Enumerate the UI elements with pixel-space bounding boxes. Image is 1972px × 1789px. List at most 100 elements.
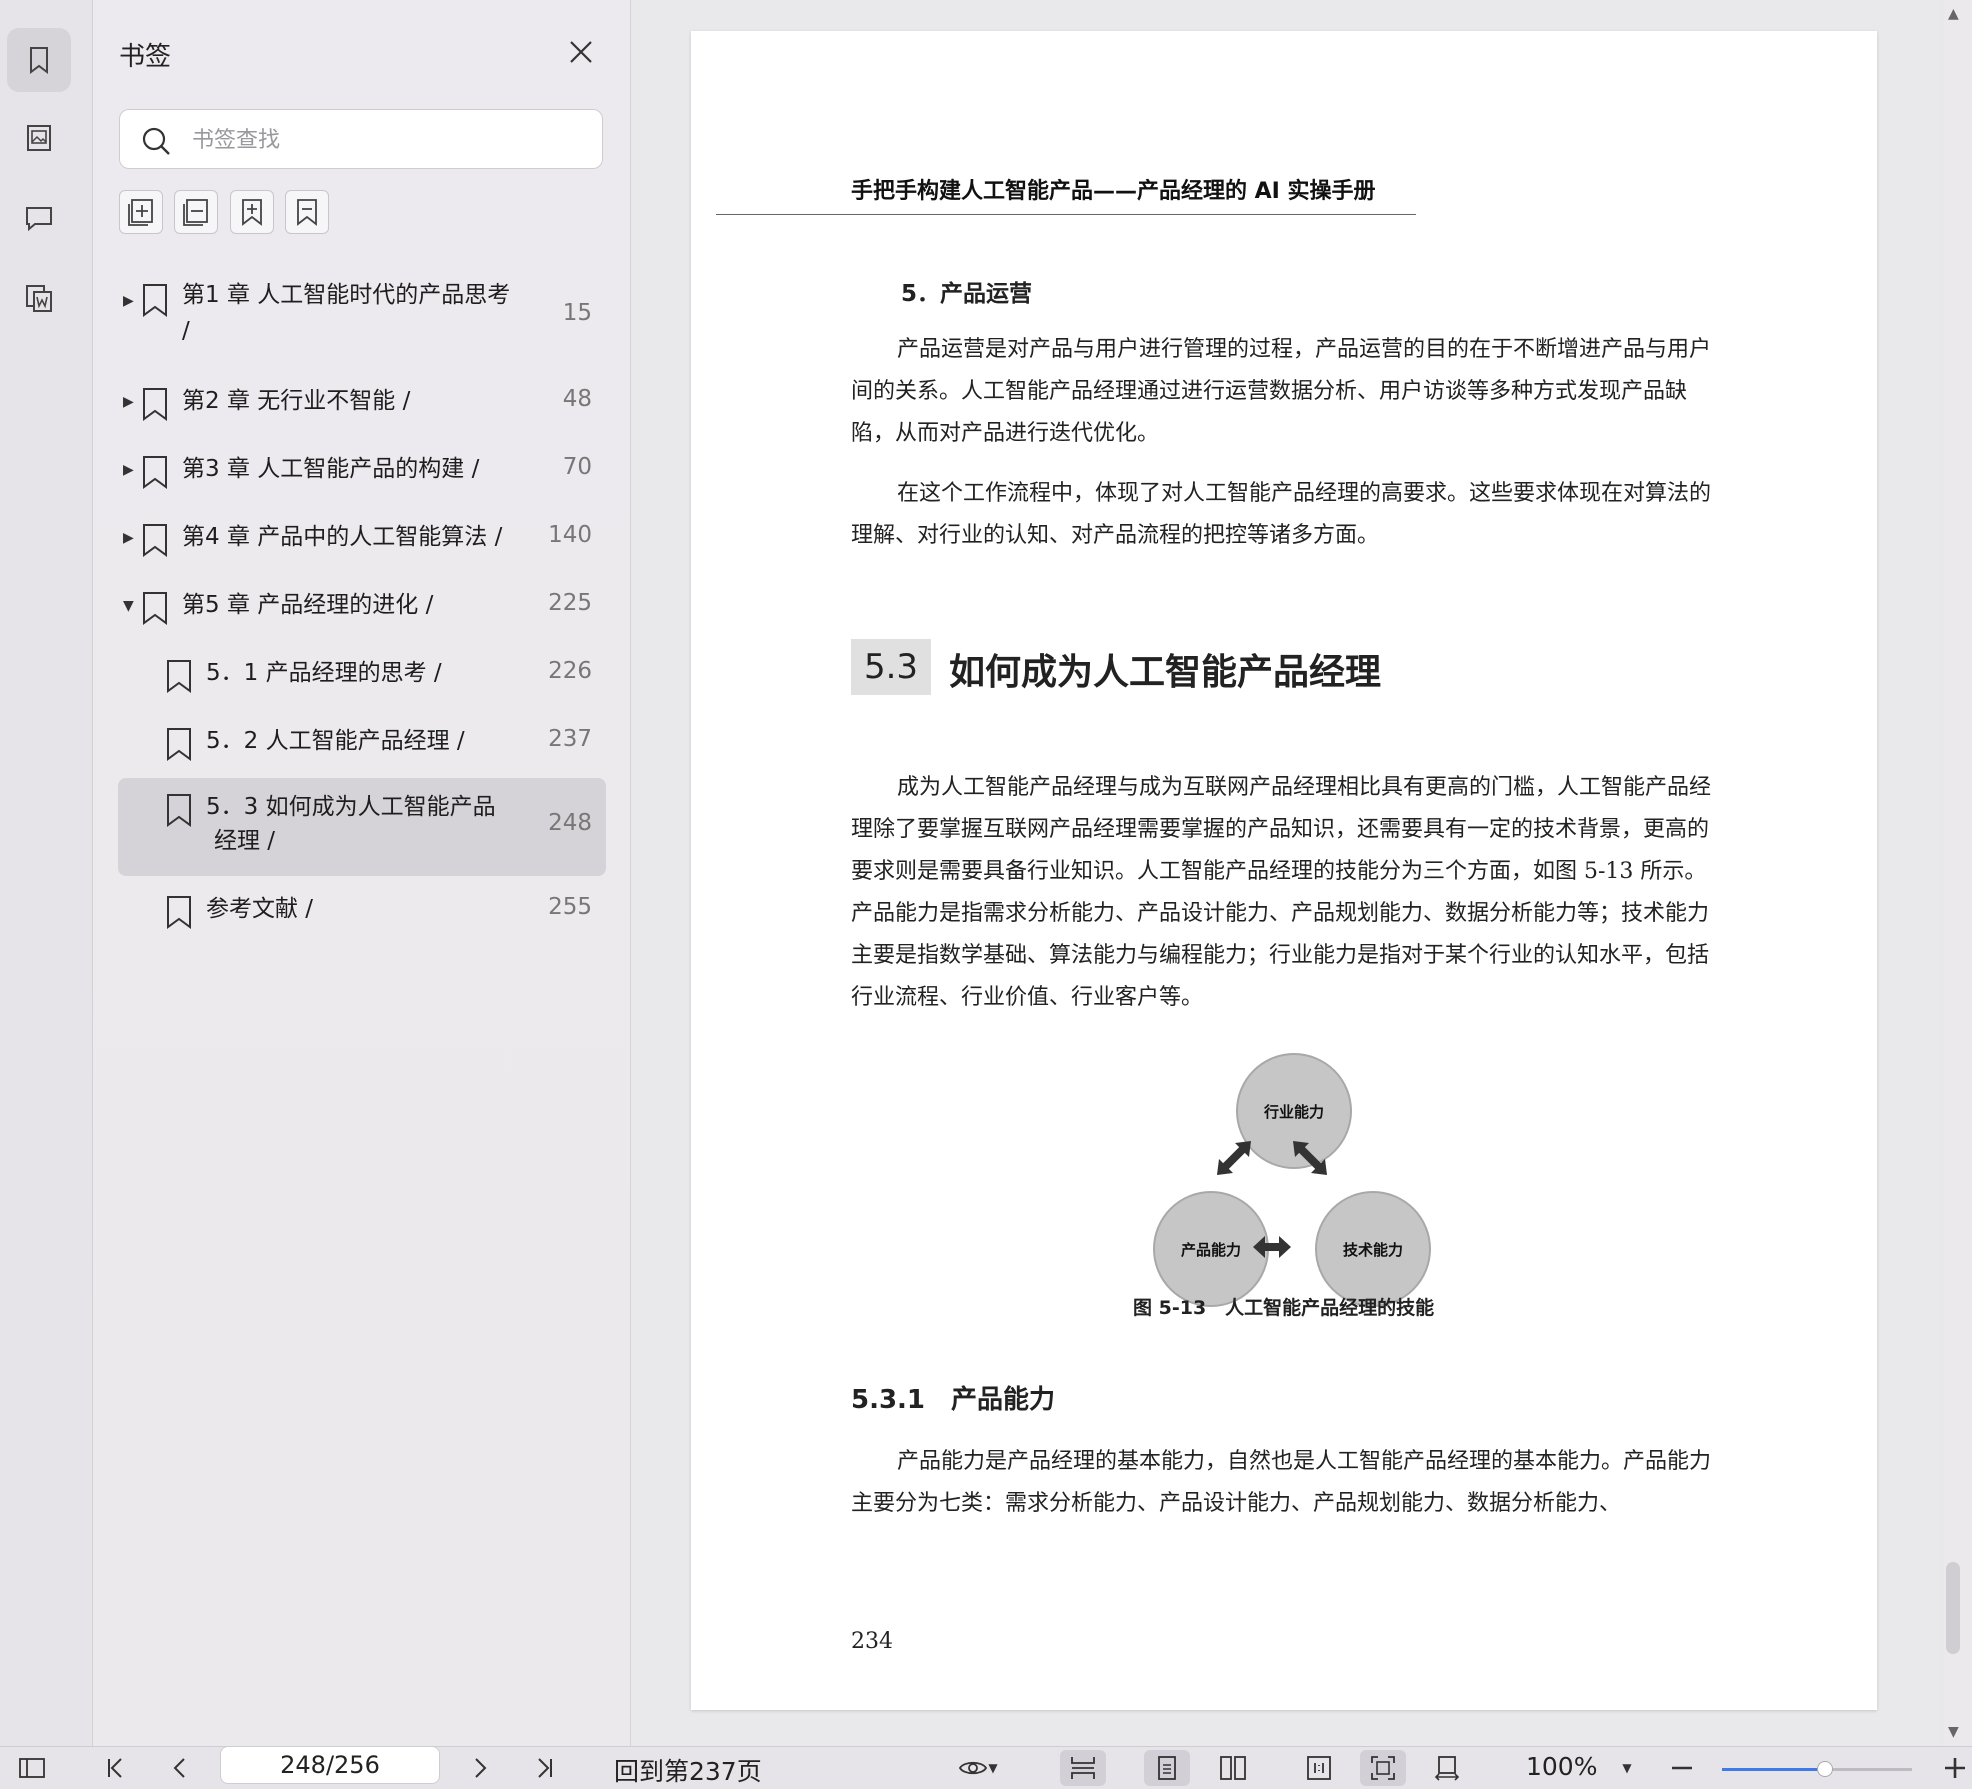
two-page-button[interactable] [1210,1750,1256,1786]
bookmark-item-ch4[interactable]: ▶ 第4 章 产品中的人工智能算法 / 140 [118,506,606,574]
bookmark-label-cont: / [182,318,190,344]
previous-page-button[interactable] [160,1750,200,1786]
header-rule [716,214,1416,215]
bookmark-page: 48 [562,386,592,412]
paragraph: 在这个工作流程中，体现了对人工智能产品经理的高要求。这些要求体现在对算法的理解、… [851,481,1712,548]
bookmark-page: 255 [548,894,592,920]
single-page-button[interactable] [1144,1750,1190,1786]
scroll-up-icon[interactable]: ▲ [1948,6,1959,22]
first-page-button[interactable] [96,1750,136,1786]
bookmark-label-cont: 经理 / [214,828,276,854]
fit-page-button[interactable] [1360,1750,1406,1786]
bookmark-search-input[interactable] [190,118,584,162]
bookmark-tab[interactable] [7,28,71,92]
bookmark-label: 第3 章 人工智能产品的构建 / [182,456,480,482]
bookmark-page: 226 [548,658,592,684]
bookmark-label: 5．2 人工智能产品经理 / [206,728,465,754]
toggle-sidebar-button[interactable] [12,1750,52,1786]
bookmark-icon [143,456,167,489]
chevron-down-icon: ▼ [988,1761,998,1775]
bookmark-item-5-1[interactable]: 5．1 产品经理的思考 / 226 [118,642,606,710]
bookmark-icon [143,284,167,317]
fit-width-button[interactable] [1060,1750,1106,1786]
bookmark-label: 5．3 如何成为人工智能产品 [206,794,496,820]
bookmark-icon [167,794,191,827]
remove-bookmark-button[interactable] [285,190,329,234]
bookmark-icon [167,728,191,761]
bookmark-label: 第2 章 无行业不智能 / [182,388,411,414]
figure-caption: 图 5-13 人工智能产品经理的技能 [1133,1297,1435,1319]
bookmark-search [119,109,603,169]
actual-size-button[interactable] [1296,1750,1342,1786]
bookmark-page: 15 [562,300,592,326]
bookmark-item-ch3[interactable]: ▶ 第3 章 人工智能产品的构建 / 70 [118,438,606,506]
collapse-triangle-icon[interactable]: ▼ [123,599,137,613]
fit-width-icon [1071,1757,1095,1779]
bookmark-page: 70 [562,454,592,480]
expand-all-icon [128,199,153,226]
rotate-button[interactable] [1424,1750,1470,1786]
actual-size-icon [1307,1756,1331,1780]
expand-triangle-icon[interactable]: ▶ [123,294,137,308]
paragraph: 产品运营是对产品与用户进行管理的过程，产品运营的目的在于不断增进产品与用户间的关… [851,337,1712,446]
page-number-input[interactable]: 248/256 [220,1746,440,1784]
bookmark-label: 5．1 产品经理的思考 / [206,660,442,686]
expand-triangle-icon[interactable]: ▶ [123,463,137,477]
close-icon [570,41,592,63]
bookmark-item-5-3[interactable]: 5．3 如何成为人工智能产品 经理 / 248 [118,778,606,876]
scroll-thumb[interactable] [1946,1562,1960,1654]
sidebar-toggle-icon [19,1758,45,1778]
zoom-dropdown[interactable]: ▼ [1614,1750,1640,1786]
section-number: 5.3 [851,639,931,695]
plus-icon [1945,1758,1965,1778]
bookmark-icon [143,592,167,625]
zoom-in-button[interactable] [1940,1750,1970,1786]
bookmark-item-references[interactable]: 参考文献 / 255 [118,876,606,944]
last-page-button[interactable] [524,1750,564,1786]
fit-page-icon [1371,1756,1395,1780]
zoom-slider-knob[interactable] [1816,1761,1833,1777]
two-page-icon [1220,1756,1246,1780]
subheading: 5．产品运营 [901,281,1033,307]
comment-tab[interactable] [7,186,71,250]
expand-all-button[interactable] [119,190,163,234]
collapse-all-button[interactable] [174,190,218,234]
zoom-slider-fill [1722,1768,1825,1771]
bookmark-item-ch1[interactable]: ▶ 第1 章 人工智能时代的产品思考 / 15 [118,276,606,360]
goto-page-link[interactable]: 回到第237页 [614,1752,762,1788]
first-page-icon [108,1758,122,1778]
bookmark-panel: 书签 ▶ 第1 章 人工智能时代的产品思考 / 15 ▶ 第2 章 无行业不智能… [93,0,631,1746]
next-page-button[interactable] [460,1750,500,1786]
zoom-out-button[interactable] [1664,1750,1700,1786]
section-title: 如何成为人工智能产品经理 [949,652,1382,693]
document-page: 手把手构建人工智能产品——产品经理的 AI 实操手册 5．产品运营 产品运营是对… [691,31,1877,1710]
single-page-icon [1158,1756,1176,1780]
bookmark-item-ch5[interactable]: ▼ 第5 章 产品经理的进化 / 225 [118,574,606,642]
panel-title: 书签 [119,42,172,72]
thumbnail-icon [27,125,51,151]
bookmark-label: 参考文献 / [206,896,314,922]
chevron-left-icon [173,1758,185,1778]
bookmark-item-ch2[interactable]: ▶ 第2 章 无行业不智能 / 48 [118,370,606,438]
add-bookmark-icon [242,199,262,226]
zoom-level[interactable]: 100% [1526,1752,1597,1781]
bookmark-page: 237 [548,726,592,752]
search-icon [142,127,170,155]
expand-triangle-icon[interactable]: ▶ [123,531,137,545]
bookmark-icon [167,660,191,693]
add-bookmark-button[interactable] [230,190,274,234]
vertical-scrollbar[interactable]: ▲ ▼ [1944,0,1972,1746]
comment-icon [26,207,52,232]
view-mode-dropdown[interactable]: ▼ [950,1750,1006,1786]
expand-triangle-icon[interactable]: ▶ [123,395,137,409]
thumbnail-tab[interactable] [7,106,71,170]
chevron-down-icon: ▼ [1622,1761,1632,1775]
minus-icon [1672,1766,1692,1770]
bookmark-item-5-2[interactable]: 5．2 人工智能产品经理 / 237 [118,710,606,778]
attachment-tab[interactable] [7,266,71,330]
figure-arrows [1217,1141,1327,1258]
scroll-down-icon[interactable]: ▼ [1948,1724,1959,1740]
collapse-all-icon [183,199,208,226]
close-panel-button[interactable] [565,36,597,68]
remove-bookmark-icon [297,199,317,226]
